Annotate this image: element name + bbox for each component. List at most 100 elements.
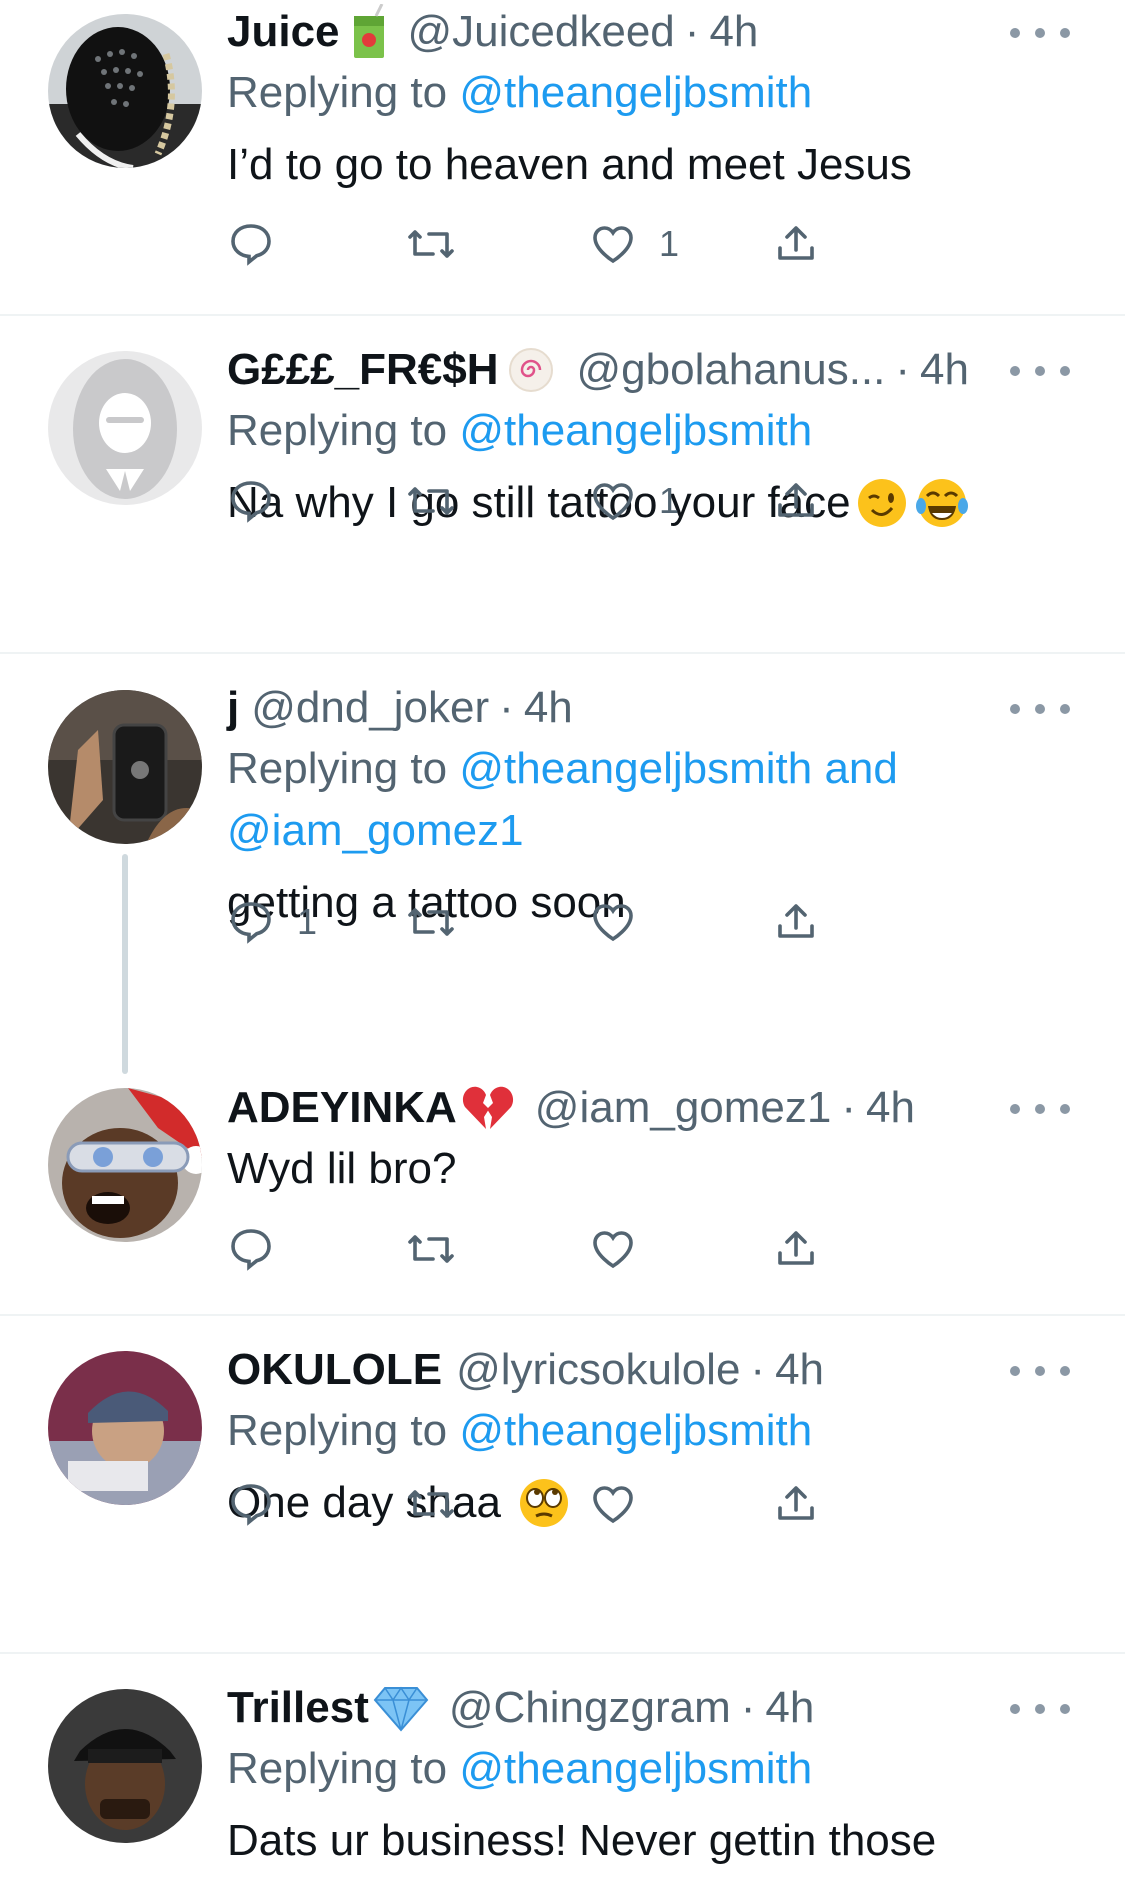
replying-prefix: Replying to (227, 68, 448, 117)
separator: · (499, 683, 514, 732)
reply-button[interactable] (227, 1219, 275, 1279)
reply-button[interactable] (227, 1474, 275, 1534)
like-button[interactable] (589, 1219, 637, 1279)
reply-button[interactable]: 1 (227, 892, 317, 952)
reply-button[interactable] (227, 471, 275, 531)
like-button[interactable] (589, 1474, 637, 1534)
timestamp[interactable]: 4h (920, 340, 969, 400)
avatar-image (48, 14, 202, 168)
reply-button[interactable] (227, 214, 275, 274)
like-icon (593, 1231, 633, 1269)
tweet-text: Dats ur business! Never gettin those (227, 1810, 1085, 1872)
avatar[interactable] (48, 1088, 202, 1242)
like-button[interactable]: 1 (589, 471, 679, 531)
avatar[interactable] (48, 351, 202, 505)
retweet-button[interactable] (405, 471, 457, 531)
timestamp[interactable]: 4h (709, 2, 758, 62)
gem-emoji (373, 1684, 429, 1732)
user-handle[interactable]: @gbolahanus... (576, 340, 885, 400)
avatar[interactable] (48, 1689, 202, 1843)
tweet-geefresh[interactable]: G£££_FR€$H @gbolahanus... · 4h Replying … (0, 316, 1125, 652)
display-name[interactable]: G£££_FR€$H (227, 340, 498, 400)
display-name[interactable]: Trillest (227, 1678, 369, 1738)
replying-to: Replying to @theangeljbsmith (227, 1738, 1085, 1800)
retweet-button[interactable] (405, 1219, 457, 1279)
display-name[interactable]: Juice (227, 2, 340, 62)
tweet-header: Trillest @Chingzgram · 4h (227, 1678, 1085, 1738)
timestamp[interactable]: 4h (775, 1340, 824, 1400)
tweet-trillest[interactable]: Trillest @Chingzgram · 4h Replying to @t… (0, 1654, 1125, 1882)
like-icon (593, 904, 633, 942)
retweet-button[interactable] (405, 1474, 457, 1534)
avatar[interactable] (48, 1351, 202, 1505)
replying-to: Replying to @theangeljbsmith and @iam_go… (227, 738, 1085, 862)
avatar[interactable] (48, 690, 202, 844)
share-icon (778, 904, 814, 938)
like-icon (593, 1486, 633, 1524)
avatar-image (48, 690, 202, 844)
retweet-button[interactable] (405, 892, 457, 952)
user-handle[interactable]: @Juicedkeed (408, 2, 675, 62)
replying-to-link[interactable]: @theangeljbsmith (459, 406, 812, 455)
tweet-actions (227, 1219, 927, 1279)
replying-to-link[interactable]: @theangeljbsmith and (459, 744, 898, 793)
tweet-header: Juice @Juicedkeed · 4h (227, 2, 1085, 62)
share-button[interactable] (772, 1219, 820, 1279)
replying-to-link-2[interactable]: @iam_gomez1 (227, 806, 524, 855)
tweet-okulole[interactable]: OKULOLE @lyricsokulole · 4h Replying to … (0, 1316, 1125, 1652)
timestamp[interactable]: 4h (866, 1078, 915, 1138)
tweet-text-content: I’d to go to heaven and meet Jesus (227, 140, 912, 189)
retweet-button[interactable] (405, 214, 457, 274)
like-count: 1 (659, 223, 680, 264)
user-handle[interactable]: @lyricsokulole (456, 1340, 740, 1400)
like-button[interactable] (589, 892, 637, 952)
tweet-text: I’d to go to heaven and meet Jesus (227, 134, 1085, 196)
like-icon (593, 483, 633, 521)
share-icon (778, 1231, 814, 1265)
juice-box-emoji (350, 4, 388, 60)
avatar-image (48, 1351, 202, 1505)
retweet-icon (408, 908, 454, 936)
display-name[interactable]: j (227, 678, 239, 738)
replying-to-link[interactable]: @theangeljbsmith (459, 1406, 812, 1455)
tweet-joker[interactable]: j @dnd_joker · 4h Replying to @theangelj… (0, 654, 1125, 1074)
share-icon (778, 483, 814, 517)
retweet-icon (408, 230, 454, 258)
retweet-icon (408, 1235, 454, 1263)
tweet-actions: 1 (227, 892, 927, 952)
tweet-juice[interactable]: Juice @Juicedkeed · 4h Replying to @thea… (0, 0, 1125, 314)
replying-to: Replying to @theangeljbsmith (227, 400, 1085, 462)
like-button[interactable]: 1 (589, 214, 679, 274)
timestamp[interactable]: 4h (765, 1678, 814, 1738)
reply-icon (231, 481, 271, 523)
user-handle[interactable]: @iam_gomez1 (535, 1078, 832, 1138)
user-handle[interactable]: @Chingzgram (449, 1678, 731, 1738)
retweet-icon (408, 1490, 454, 1518)
separator: · (750, 1345, 766, 1394)
tweet-header: j @dnd_joker · 4h (227, 678, 1085, 738)
share-button[interactable] (772, 471, 820, 531)
tweet-header: ADEYINKA @iam_gomez1 · 4h (227, 1078, 1085, 1138)
timestamp[interactable]: 4h (524, 678, 573, 738)
share-button[interactable] (772, 214, 820, 274)
share-button[interactable] (772, 1474, 820, 1534)
reply-icon (231, 1229, 271, 1271)
tweet-text-content: Wyd lil bro? (227, 1144, 457, 1193)
replying-to-link[interactable]: @theangeljbsmith (459, 1744, 812, 1793)
broken-heart-emoji (461, 1083, 515, 1133)
like-count: 1 (659, 480, 680, 521)
replying-prefix: Replying to (227, 1744, 448, 1793)
user-handle[interactable]: @dnd_joker (251, 678, 489, 738)
tweet-adeyinka[interactable]: ADEYINKA @iam_gomez1 · 4h Wyd lil bro? (0, 1074, 1125, 1312)
tweet-actions: 1 (227, 214, 927, 274)
tweet-header: G£££_FR€$H @gbolahanus... · 4h (227, 340, 1085, 400)
reply-icon (231, 1484, 271, 1526)
avatar[interactable] (48, 14, 202, 168)
display-name[interactable]: ADEYINKA (227, 1078, 457, 1138)
share-button[interactable] (772, 892, 820, 952)
tweet-header: OKULOLE @lyricsokulole · 4h (227, 1340, 1085, 1400)
display-name[interactable]: OKULOLE (227, 1340, 442, 1400)
separator: · (740, 1683, 756, 1732)
tweet-text-content: Dats ur business! Never gettin those (227, 1816, 937, 1865)
replying-to-link[interactable]: @theangeljbsmith (459, 68, 812, 117)
